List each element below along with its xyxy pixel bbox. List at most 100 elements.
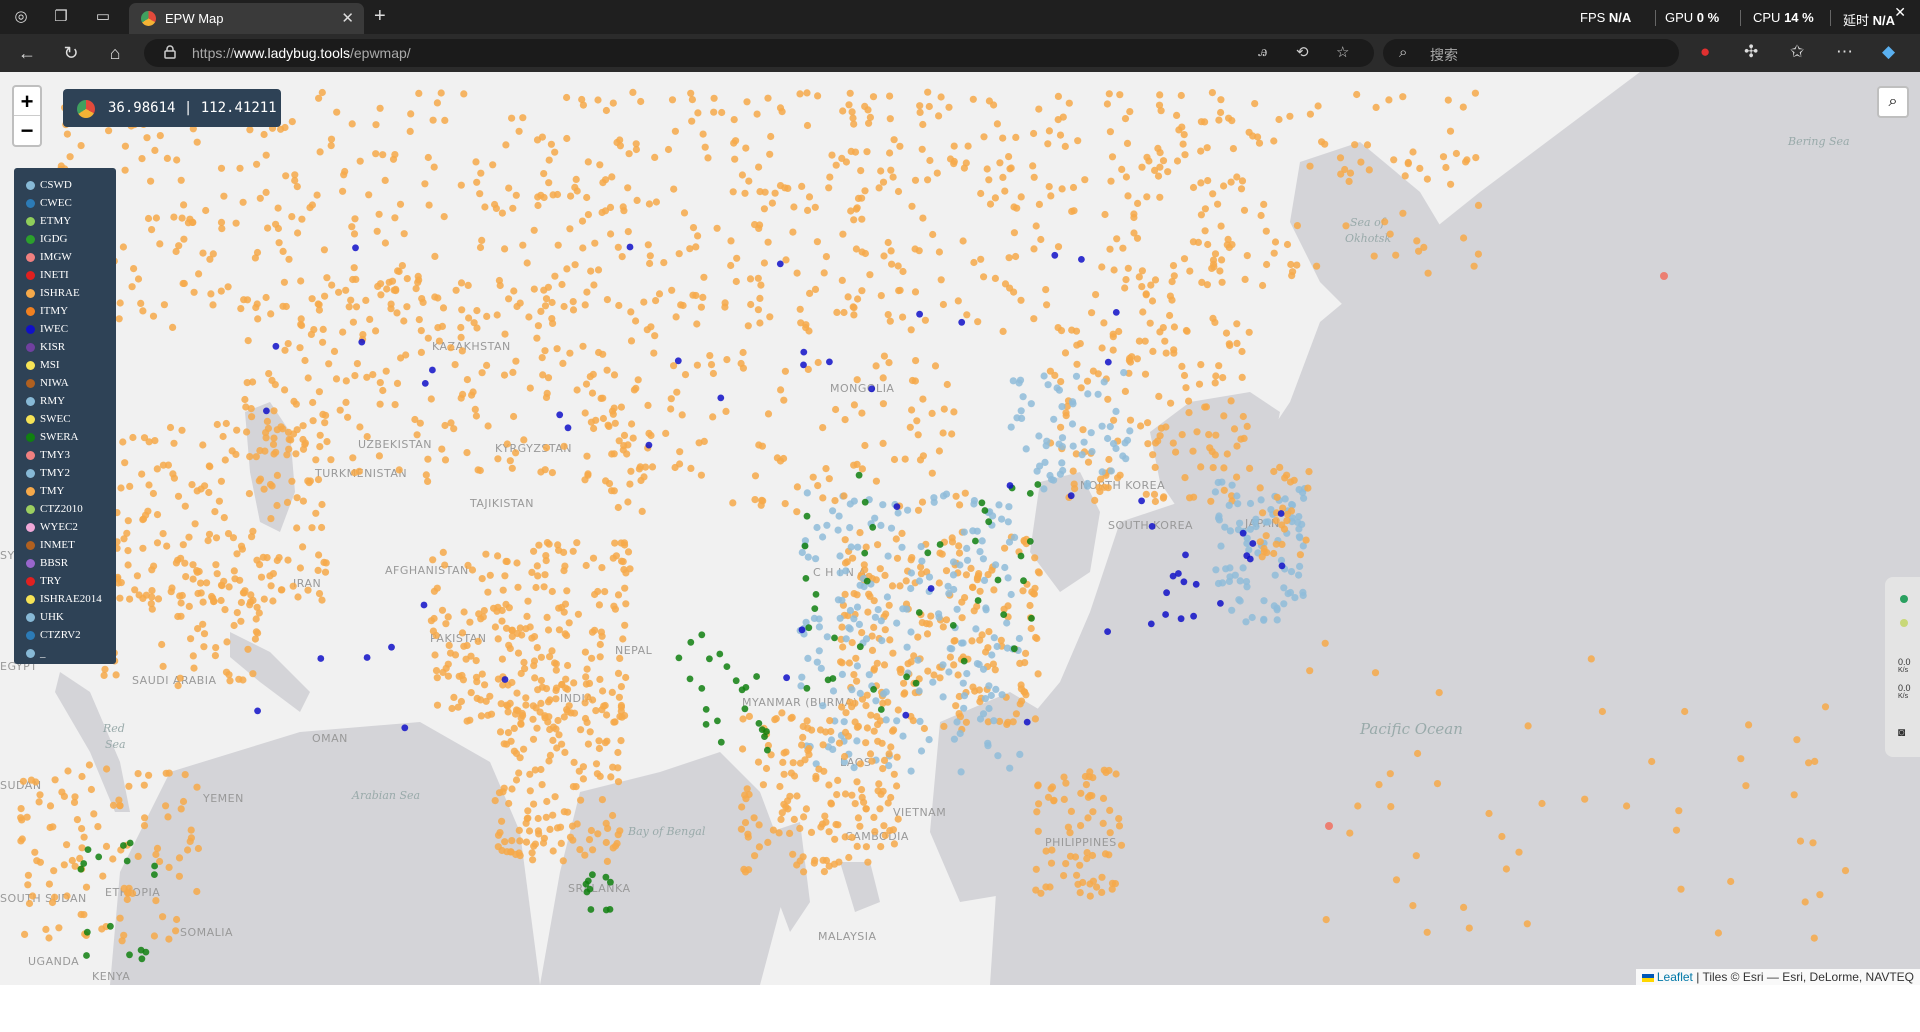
station-marker[interactable] — [1028, 588, 1036, 596]
station-marker[interactable] — [397, 354, 405, 362]
station-marker[interactable] — [760, 259, 769, 267]
station-marker[interactable] — [173, 156, 181, 164]
station-marker[interactable] — [400, 230, 408, 238]
station-marker[interactable] — [1254, 133, 1262, 141]
station-marker[interactable] — [594, 587, 602, 596]
station-marker[interactable] — [871, 613, 880, 621]
station-marker[interactable] — [299, 422, 307, 430]
station-marker[interactable] — [600, 702, 608, 710]
station-marker[interactable] — [363, 373, 371, 381]
station-marker[interactable] — [304, 586, 312, 594]
station-marker[interactable] — [1351, 141, 1359, 149]
station-marker[interactable] — [877, 843, 885, 851]
station-marker[interactable] — [1587, 655, 1595, 663]
station-marker[interactable] — [927, 612, 935, 620]
station-marker[interactable] — [961, 489, 969, 497]
station-marker[interactable] — [297, 277, 305, 285]
station-marker[interactable] — [745, 177, 753, 185]
station-marker[interactable] — [737, 825, 746, 833]
station-marker[interactable] — [957, 768, 965, 776]
station-marker[interactable] — [296, 564, 304, 572]
station-marker[interactable] — [819, 856, 827, 864]
station-marker[interactable] — [848, 833, 856, 842]
station-marker[interactable] — [584, 740, 593, 748]
station-marker[interactable] — [269, 597, 277, 605]
station-marker[interactable] — [803, 489, 811, 497]
station-marker[interactable] — [1185, 397, 1193, 405]
station-marker[interactable] — [564, 661, 572, 670]
station-marker[interactable] — [248, 413, 256, 421]
station-marker[interactable] — [793, 483, 802, 491]
station-marker[interactable] — [554, 241, 562, 249]
station-marker[interactable] — [352, 303, 361, 311]
station-marker[interactable] — [908, 554, 916, 562]
station-marker[interactable] — [831, 497, 839, 505]
station-marker[interactable] — [601, 588, 609, 596]
station-marker[interactable] — [1178, 123, 1186, 131]
station-marker[interactable] — [299, 497, 307, 505]
station-marker[interactable] — [151, 437, 159, 445]
station-marker[interactable] — [176, 674, 184, 682]
station-marker[interactable] — [1433, 780, 1442, 788]
station-marker[interactable] — [327, 135, 336, 143]
station-marker[interactable] — [375, 452, 383, 460]
station-marker[interactable] — [1341, 165, 1349, 174]
station-marker[interactable] — [1273, 493, 1281, 501]
station-marker[interactable] — [101, 665, 109, 673]
station-marker[interactable] — [863, 724, 872, 732]
station-marker[interactable] — [838, 670, 847, 679]
station-marker[interactable] — [1044, 140, 1052, 148]
station-marker[interactable] — [433, 674, 441, 682]
station-marker[interactable] — [887, 166, 895, 174]
station-marker[interactable] — [1296, 562, 1304, 570]
station-marker[interactable] — [1069, 467, 1077, 475]
station-marker[interactable] — [165, 863, 173, 872]
station-marker[interactable] — [907, 767, 915, 775]
station-marker[interactable] — [452, 286, 460, 294]
station-marker[interactable] — [862, 805, 870, 813]
station-marker[interactable] — [777, 815, 785, 824]
station-marker[interactable] — [298, 215, 306, 223]
station-marker[interactable] — [999, 173, 1007, 181]
station-marker[interactable] — [813, 658, 821, 666]
station-marker[interactable] — [1204, 240, 1212, 249]
station-marker[interactable] — [1089, 877, 1097, 885]
station-marker[interactable] — [853, 677, 861, 685]
station-marker[interactable] — [875, 780, 883, 788]
station-marker[interactable] — [1811, 757, 1819, 766]
station-marker[interactable] — [94, 823, 102, 831]
station-marker[interactable] — [802, 805, 811, 813]
station-marker[interactable] — [477, 696, 485, 704]
station-marker[interactable] — [950, 585, 958, 594]
station-marker[interactable] — [614, 503, 622, 512]
station-marker[interactable] — [584, 158, 592, 166]
station-marker[interactable] — [897, 668, 905, 677]
station-marker[interactable] — [469, 388, 477, 396]
station-marker[interactable] — [928, 469, 936, 477]
station-marker[interactable] — [1399, 209, 1407, 217]
station-marker[interactable] — [597, 394, 605, 402]
station-marker[interactable] — [858, 215, 866, 223]
station-marker[interactable] — [450, 693, 458, 702]
station-marker[interactable] — [612, 552, 621, 560]
station-marker[interactable] — [533, 136, 542, 144]
station-marker[interactable] — [535, 830, 543, 838]
station-marker[interactable] — [251, 254, 259, 262]
station-marker[interactable] — [193, 887, 201, 896]
station-marker[interactable] — [350, 264, 358, 272]
station-marker[interactable] — [1099, 794, 1108, 803]
station-marker[interactable] — [751, 496, 759, 504]
station-marker[interactable] — [1648, 757, 1656, 766]
station-marker[interactable] — [1474, 250, 1482, 258]
station-marker[interactable] — [534, 686, 542, 694]
station-marker[interactable] — [152, 214, 160, 222]
station-marker[interactable] — [592, 416, 600, 424]
station-marker[interactable] — [492, 204, 500, 212]
station-marker[interactable] — [592, 707, 600, 715]
station-marker[interactable] — [872, 477, 881, 485]
station-marker[interactable] — [680, 209, 689, 217]
station-marker[interactable] — [667, 405, 675, 413]
station-marker[interactable] — [175, 854, 184, 862]
station-marker[interactable] — [1251, 100, 1259, 108]
station-marker[interactable] — [520, 436, 528, 444]
